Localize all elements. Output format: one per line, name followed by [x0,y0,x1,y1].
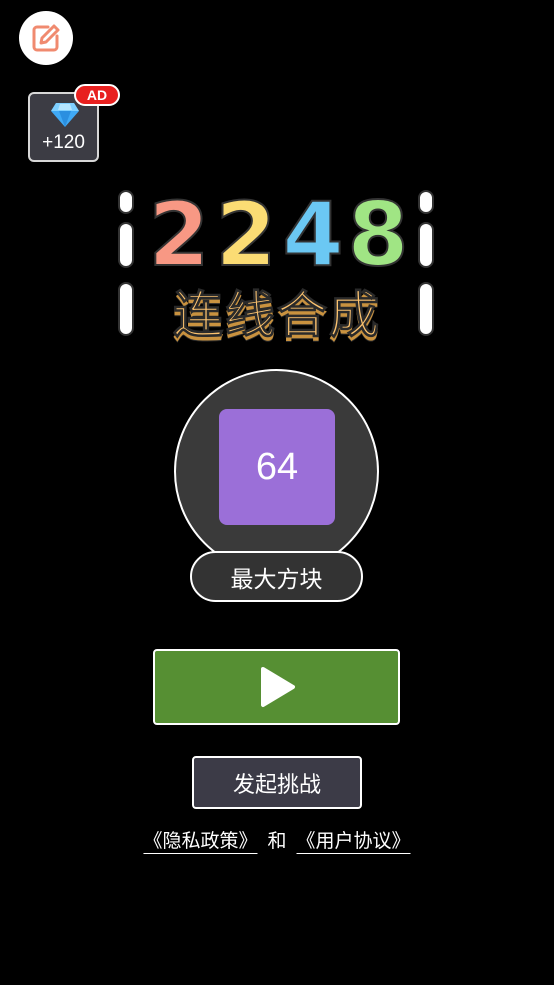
feedback-button[interactable] [19,11,73,65]
play-icon [260,667,295,707]
logo-digit-4: 8 [347,187,408,286]
edit-icon [32,24,60,52]
logo-digit-1: 2 [148,187,209,286]
game-home-screen: +120 AD 2 2 4 8 连线合成 64 最大方块 发起挑战 《隐私政策》… [0,0,554,985]
diamond-icon [51,103,79,127]
legal-links: 《隐私政策》和《用户协议》 [0,826,554,853]
challenge-button[interactable]: 发起挑战 [192,756,362,809]
logo-title: 连线合成 [173,286,381,345]
max-block-label: 最大方块 [190,551,363,602]
user-agreement-link[interactable]: 《用户协议》 [297,830,411,852]
privacy-policy-link[interactable]: 《隐私政策》 [143,830,257,852]
logo-digit-2: 2 [215,187,276,286]
play-button[interactable] [153,649,400,725]
legal-and: 和 [267,830,287,852]
logo-digit-3: 4 [282,187,343,286]
game-logo: 2 2 4 8 连线合成 [116,182,438,345]
reward-amount: +120 [42,132,85,153]
max-block-tile: 64 [219,409,335,525]
ad-badge: AD [74,84,120,106]
